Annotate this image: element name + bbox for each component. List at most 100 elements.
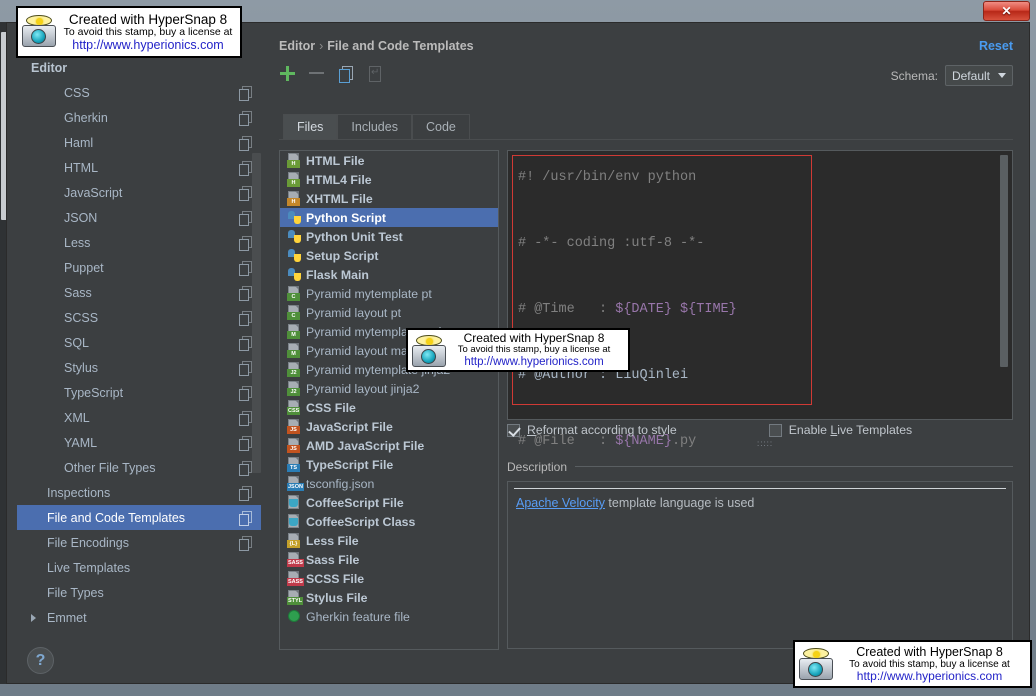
sidebar-item-file-encodings[interactable]: File Encodings xyxy=(17,530,261,555)
live-templates-checkbox-item[interactable]: Enable Live Templates xyxy=(768,423,912,437)
tab-includes[interactable]: Includes xyxy=(337,114,412,140)
copy-settings-icon[interactable] xyxy=(239,110,253,126)
list-item[interactable]: SASS Sass File xyxy=(280,550,498,569)
list-item[interactable]: STYL Stylus File xyxy=(280,588,498,607)
gherkin-file-icon xyxy=(286,609,301,624)
list-item-label: HTML4 File xyxy=(306,172,372,187)
copy-settings-icon[interactable] xyxy=(239,335,253,351)
sidebar-item-inspections[interactable]: Inspections xyxy=(17,480,261,505)
reformat-checkbox-item[interactable]: Reformat according to style xyxy=(507,423,677,437)
js-file-icon: JS xyxy=(286,419,301,434)
sidebar-item-other-file-types[interactable]: Other File Types xyxy=(17,455,261,480)
copy-settings-icon[interactable] xyxy=(239,385,253,401)
sidebar-item-json[interactable]: JSON xyxy=(17,205,261,230)
tab-code[interactable]: Code xyxy=(411,114,470,140)
settings-tree[interactable]: Editor CSS Gherkin Haml HTML JavaScript JSON Le… xyxy=(17,55,261,630)
list-item[interactable]: Setup Script xyxy=(280,246,498,265)
sidebar-scrollbar-thumb[interactable] xyxy=(252,153,261,473)
sidebar-item-label: Live Templates xyxy=(47,560,131,575)
close-window-button[interactable]: ✕ xyxy=(983,1,1030,21)
camera-icon xyxy=(20,15,58,49)
copy-settings-icon[interactable] xyxy=(239,435,253,451)
sidebar-item-haml[interactable]: Haml xyxy=(17,130,261,155)
help-button[interactable]: ? xyxy=(27,647,54,674)
sidebar-item-sass[interactable]: Sass xyxy=(17,280,261,305)
breadcrumb-root[interactable]: Editor xyxy=(279,39,315,53)
export-icon[interactable] xyxy=(366,65,383,82)
list-item[interactable]: H HTML File xyxy=(280,151,498,170)
list-item[interactable]: JSON tsconfig.json xyxy=(280,474,498,493)
copy-settings-icon[interactable] xyxy=(239,160,253,176)
list-item[interactable]: CSS CSS File xyxy=(280,398,498,417)
copy-settings-icon[interactable] xyxy=(239,310,253,326)
list-item[interactable]: Python Script xyxy=(280,208,498,227)
list-item[interactable]: JS AMD JavaScript File xyxy=(280,436,498,455)
sidebar-item-editor[interactable]: Editor xyxy=(17,55,261,80)
sidebar-item-sql[interactable]: SQL xyxy=(17,330,261,355)
copy-settings-icon[interactable] xyxy=(239,460,253,476)
sidebar-item-stylus[interactable]: Stylus xyxy=(17,355,261,380)
apache-velocity-link[interactable]: Apache Velocity xyxy=(516,496,605,510)
copy-settings-icon[interactable] xyxy=(239,285,253,301)
code-line: # @Time : ${DATE} ${TIME} xyxy=(518,302,737,317)
copy-settings-icon[interactable] xyxy=(239,235,253,251)
copy-settings-icon[interactable] xyxy=(239,360,253,376)
sidebar-item-javascript[interactable]: JavaScript xyxy=(17,180,261,205)
sidebar-item-file-types[interactable]: File Types xyxy=(17,580,261,605)
template-file-list-body[interactable]: H HTML File H HTML4 File H XHTML File Python S… xyxy=(280,151,498,626)
copy-settings-icon[interactable] xyxy=(239,510,253,526)
code-text[interactable]: #! /usr/bin/env python # -*- coding :utf… xyxy=(518,161,982,449)
sidebar-item-html[interactable]: HTML xyxy=(17,155,261,180)
sidebar-item-live-templates[interactable]: Live Templates xyxy=(17,555,261,580)
list-item[interactable]: H HTML4 File xyxy=(280,170,498,189)
list-item[interactable]: C Pyramid mytemplate pt xyxy=(280,284,498,303)
sidebar-item-file-and-code-templates[interactable]: File and Code Templates xyxy=(17,505,261,530)
sidebar-item-typescript[interactable]: TypeScript xyxy=(17,380,261,405)
sidebar-item-label: Inspections xyxy=(47,485,111,500)
template-file-list[interactable]: H HTML File H HTML4 File H XHTML File Python S… xyxy=(279,150,499,650)
sidebar-item-xml[interactable]: XML xyxy=(17,405,261,430)
list-item[interactable]: Flask Main xyxy=(280,265,498,284)
list-item[interactable]: SASS SCSS File xyxy=(280,569,498,588)
jinja2-file-icon: J2 xyxy=(286,362,301,377)
copy-settings-icon[interactable] xyxy=(239,260,253,276)
copy-settings-icon[interactable] xyxy=(239,535,253,551)
plus-icon[interactable] xyxy=(279,65,296,82)
copy-icon[interactable] xyxy=(337,65,354,83)
list-item[interactable]: TS TypeScript File xyxy=(280,455,498,474)
list-item[interactable]: JS JavaScript File xyxy=(280,417,498,436)
editor-scrollbar-thumb[interactable] xyxy=(1000,155,1008,367)
chevron-right-icon[interactable] xyxy=(31,614,36,622)
list-item[interactable]: Gherkin feature file xyxy=(280,607,498,626)
templates-toolbar xyxy=(279,65,383,83)
list-item[interactable]: H XHTML File xyxy=(280,189,498,208)
sidebar-item-yaml[interactable]: YAML xyxy=(17,430,261,455)
reset-link[interactable]: Reset xyxy=(979,39,1013,53)
sidebar-item-less[interactable]: Less xyxy=(17,230,261,255)
list-item[interactable]: {L} Less File xyxy=(280,531,498,550)
list-item[interactable]: J2 Pyramid layout jinja2 xyxy=(280,379,498,398)
copy-settings-icon[interactable] xyxy=(239,410,253,426)
reformat-checkbox[interactable] xyxy=(507,423,520,437)
tab-files[interactable]: Files xyxy=(283,114,338,140)
template-tabs[interactable]: Files Includes Code xyxy=(283,114,470,140)
schema-dropdown[interactable]: Default xyxy=(944,65,1013,86)
copy-settings-icon[interactable] xyxy=(239,135,253,151)
list-item[interactable]: CoffeeScript File xyxy=(280,493,498,512)
minus-icon[interactable] xyxy=(308,65,325,82)
description-box[interactable]: Apache Velocity template language is use… xyxy=(507,481,1013,649)
copy-settings-icon[interactable] xyxy=(239,185,253,201)
template-code-editor[interactable]: #! /usr/bin/env python # -*- coding :utf… xyxy=(507,150,1013,449)
list-item[interactable]: CoffeeScript Class xyxy=(280,512,498,531)
list-item[interactable]: C Pyramid layout pt xyxy=(280,303,498,322)
sidebar-item-puppet[interactable]: Puppet xyxy=(17,255,261,280)
list-item[interactable]: Python Unit Test xyxy=(280,227,498,246)
sidebar-item-gherkin[interactable]: Gherkin xyxy=(17,105,261,130)
live-templates-checkbox[interactable] xyxy=(768,423,782,437)
sidebar-item-css[interactable]: CSS xyxy=(17,80,261,105)
copy-settings-icon[interactable] xyxy=(239,210,253,226)
copy-settings-icon[interactable] xyxy=(239,485,253,501)
sidebar-item-scss[interactable]: SCSS xyxy=(17,305,261,330)
sidebar-item-emmet[interactable]: Emmet xyxy=(17,605,261,630)
copy-settings-icon[interactable] xyxy=(239,85,253,101)
